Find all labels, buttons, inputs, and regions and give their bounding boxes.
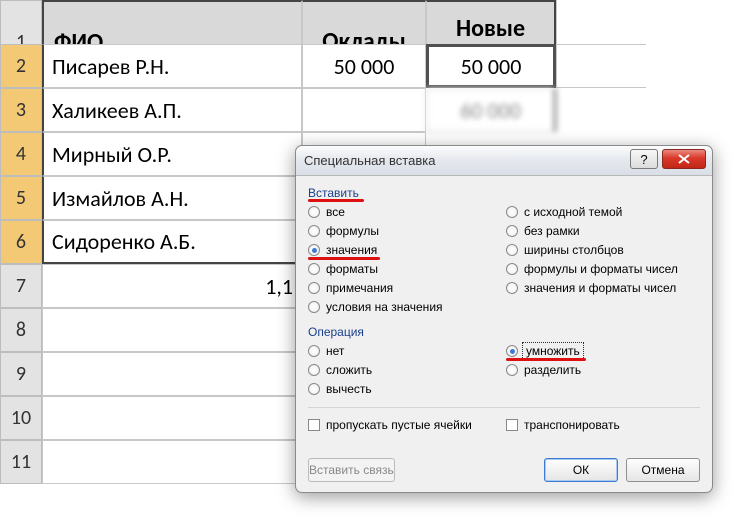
empty-cell[interactable] bbox=[646, 0, 736, 84]
radio-paste-col-widths[interactable]: ширины столбцов bbox=[506, 242, 700, 258]
cancel-button[interactable]: Отмена bbox=[626, 458, 700, 482]
cell-salary[interactable]: 50 000 bbox=[302, 44, 426, 88]
row-header[interactable]: 6 bbox=[0, 220, 42, 264]
close-button[interactable] bbox=[662, 149, 706, 169]
radio-paste-values-numfmt[interactable]: значения и форматы чисел bbox=[506, 280, 700, 296]
group-operation-label: Операция bbox=[308, 325, 700, 339]
radio-op-none[interactable]: нет bbox=[308, 343, 502, 359]
empty-cell[interactable] bbox=[42, 396, 302, 440]
radio-paste-source-theme[interactable]: с исходной темой bbox=[506, 204, 700, 220]
check-group: пропускать пустые ячейки транспонировать bbox=[308, 416, 700, 438]
row-header[interactable]: 5 bbox=[0, 176, 42, 220]
radio-paste-all[interactable]: все bbox=[308, 204, 502, 220]
checkbox-skip-blanks[interactable]: пропускать пустые ячейки bbox=[308, 418, 502, 432]
cell-fio[interactable]: Сидоренко А.Б. bbox=[42, 220, 302, 264]
cell-fio[interactable]: Писарев Р.Н. bbox=[42, 44, 302, 88]
radio-paste-comments[interactable]: примечания bbox=[308, 280, 502, 296]
cell-fio[interactable]: Измайлов А.Н. bbox=[42, 176, 302, 220]
cell-fio[interactable]: Халикеев А.П. bbox=[42, 88, 302, 132]
cell-new-salary-active[interactable]: 50 000 bbox=[426, 44, 556, 88]
radio-paste-no-border[interactable]: без рамки bbox=[506, 223, 700, 239]
cell-salary[interactable] bbox=[302, 88, 426, 132]
cell-value[interactable]: 1,1 bbox=[42, 264, 302, 308]
row-header[interactable]: 4 bbox=[0, 132, 42, 176]
paste-special-dialog: Специальная вставка ? Вставить все с исх… bbox=[295, 145, 713, 493]
row-header[interactable]: 3 bbox=[0, 88, 42, 132]
row-header[interactable]: 2 bbox=[0, 44, 42, 88]
radio-paste-formulas[interactable]: формулы bbox=[308, 223, 502, 239]
radio-op-add[interactable]: сложить bbox=[308, 362, 502, 378]
cell-new-salary[interactable]: 60 000 bbox=[426, 88, 556, 132]
row-header[interactable]: 11 bbox=[0, 440, 42, 484]
ok-button[interactable]: ОК bbox=[544, 458, 618, 482]
radio-paste-validation[interactable]: условия на значения bbox=[308, 299, 502, 315]
empty-cell[interactable] bbox=[42, 352, 302, 396]
group-paste-label: Вставить bbox=[308, 186, 700, 200]
empty-cell[interactable] bbox=[42, 440, 302, 484]
cell-fio[interactable]: Мирный О.Р. bbox=[42, 132, 302, 176]
radio-op-multiply[interactable]: умножить bbox=[506, 343, 700, 359]
row-header[interactable]: 8 bbox=[0, 308, 42, 352]
radio-op-subtract[interactable]: вычесть bbox=[308, 381, 502, 397]
paste-link-button: Вставить связь bbox=[308, 458, 395, 482]
close-icon bbox=[678, 154, 690, 164]
paste-option-group: все с исходной темой формулы без рамки з… bbox=[308, 202, 700, 321]
dialog-title: Специальная вставка bbox=[304, 153, 435, 168]
checkbox-transpose[interactable]: транспонировать bbox=[506, 418, 700, 432]
operation-option-group: нет умножить сложить разделить вычесть bbox=[308, 341, 700, 403]
row-header[interactable]: 7 bbox=[0, 264, 42, 308]
radio-paste-formulas-numfmt[interactable]: формулы и форматы чисел bbox=[506, 261, 700, 277]
help-button[interactable]: ? bbox=[630, 149, 658, 169]
empty-cell[interactable] bbox=[556, 44, 646, 88]
row-header[interactable]: 9 bbox=[0, 352, 42, 396]
row-header[interactable]: 10 bbox=[0, 396, 42, 440]
radio-op-divide[interactable]: разделить bbox=[506, 362, 700, 378]
radio-paste-formats[interactable]: форматы bbox=[308, 261, 502, 277]
dialog-titlebar[interactable]: Специальная вставка ? bbox=[296, 146, 712, 176]
radio-paste-values[interactable]: значения bbox=[308, 242, 502, 258]
empty-cell[interactable] bbox=[42, 308, 302, 352]
